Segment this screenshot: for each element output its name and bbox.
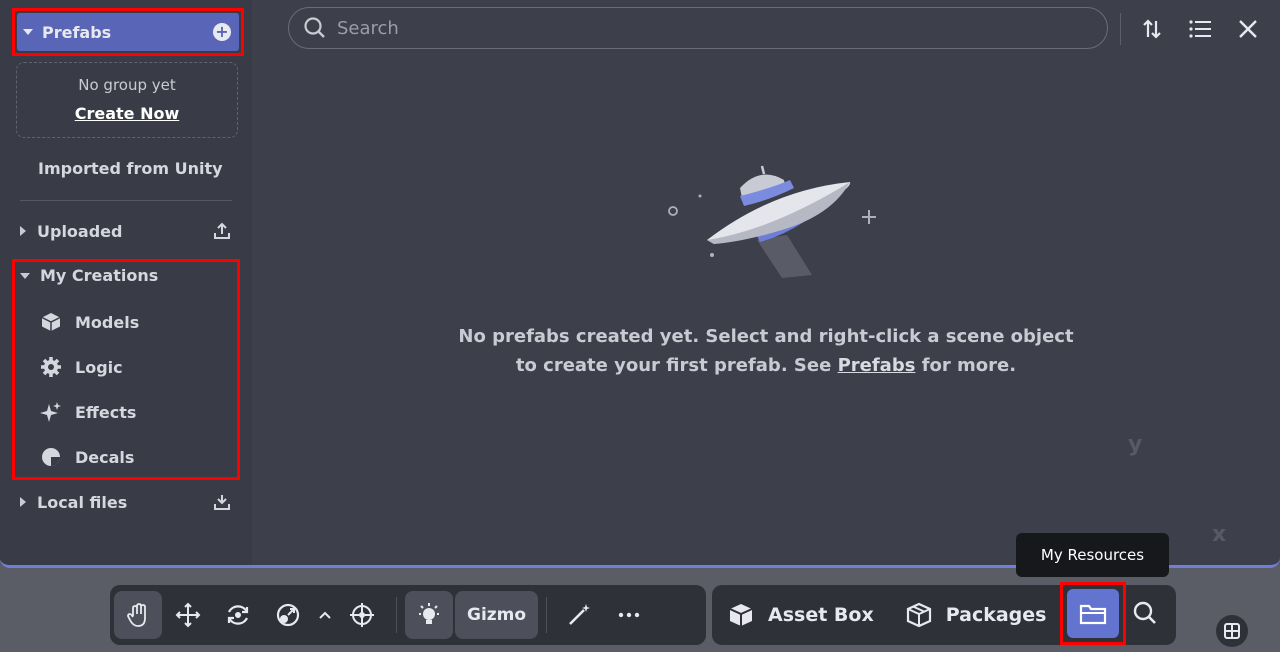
packages-icon [906,602,931,628]
decals-label: Decals [75,447,135,467]
axis-x-label: x [1212,522,1227,547]
bottom-toolbar: Gizmo [110,585,706,645]
folder-icon [1079,604,1107,624]
more-icon [618,612,640,618]
list-icon [1189,20,1211,38]
sidebar: Prefabs + No group yet Create Now Import… [0,0,252,565]
caret-down-icon [23,29,33,35]
resources-panel: Prefabs + No group yet Create Now Import… [0,0,1280,568]
magic-wand-icon [569,604,591,625]
transform-icon [350,603,374,627]
close-icon [1239,20,1257,38]
packages-button[interactable]: Packages [906,602,1047,628]
no-group-text: No group yet [78,76,176,94]
move-icon [175,602,201,628]
asset-box-button[interactable]: Asset Box [728,602,874,628]
toolbar-separator [1120,13,1121,45]
rotate-tool-button[interactable] [214,591,262,639]
lightbulb-icon [419,603,439,624]
sidebar-item-imported[interactable]: Imported from Unity [38,159,250,178]
empty-line-2-pre: to create your first prefab. See [515,355,838,376]
axis-y-label: y [1128,432,1143,457]
uploaded-label: Uploaded [37,221,123,241]
sidebar-divider [20,200,232,201]
upload-icon[interactable] [212,221,232,241]
packages-label: Packages [945,604,1047,626]
sidebar-item-logic[interactable]: Logic [40,356,123,378]
chevron-up-icon [319,611,331,619]
list-view-button[interactable] [1183,12,1217,46]
gizmo-button[interactable]: Gizmo [455,591,539,639]
toolbar-separator [546,597,548,633]
my-creations-label: My Creations [40,266,159,285]
sidebar-item-local-files[interactable]: Local files [20,492,232,512]
hand-tool-button[interactable] [114,591,162,639]
transform-options-button[interactable] [314,591,336,639]
move-tool-button[interactable] [164,591,212,639]
caret-right-icon [20,497,26,507]
sparkle-icon [40,402,61,422]
download-icon[interactable] [212,492,232,512]
grid-icon [1224,623,1240,639]
create-now-link[interactable]: Create Now [17,104,237,123]
sidebar-item-decals[interactable]: Decals [40,446,134,468]
cube-icon [41,313,61,331]
empty-line-2-post: for more. [915,355,1017,376]
rotate-icon [227,605,249,625]
sort-button[interactable] [1135,12,1169,46]
magic-wand-button[interactable] [555,591,603,639]
effects-label: Effects [75,402,137,422]
caret-down-icon [20,272,30,279]
sidebar-item-effects[interactable]: Effects [40,401,136,423]
search-icon [304,17,325,38]
my-resources-tooltip: My Resources [1016,533,1169,577]
sidebar-item-models[interactable]: Models [40,311,139,333]
transform-tool-button[interactable] [338,591,386,639]
more-button[interactable] [605,591,653,639]
empty-state-message: No prefabs created yet. Select and right… [252,322,1280,380]
my-resources-button[interactable] [1060,582,1126,645]
asset-box-label: Asset Box [768,604,874,626]
asset-box-icon [729,604,753,626]
lighting-button[interactable] [405,591,453,639]
search-input[interactable] [337,17,1037,39]
decal-icon [42,448,60,466]
scale-icon [276,603,300,627]
prefabs-label: Prefabs [42,22,112,42]
plus-circle-icon[interactable]: + [213,23,231,41]
hand-icon [127,603,146,627]
prefabs-header[interactable]: Prefabs + [12,8,244,56]
resource-search-icon[interactable] [1130,598,1160,628]
ufo-illustration [668,165,876,278]
layout-grid-button[interactable] [1216,615,1248,647]
empty-group-box: No group yet Create Now [16,62,238,138]
imported-label: Imported from Unity [38,159,223,178]
gear-icon [41,357,61,377]
main-content: No prefabs created yet. Select and right… [252,0,1280,565]
prefabs-help-link[interactable]: Prefabs [838,355,916,376]
sidebar-item-my-creations[interactable]: My Creations [20,266,232,285]
empty-line-1: No prefabs created yet. Select and right… [458,326,1074,347]
search-bar[interactable] [288,7,1108,49]
top-toolbar [1120,12,1279,46]
toolbar-separator [396,597,397,633]
empty-line-2: to create your first prefab. See Prefabs… [252,351,1280,380]
local-files-label: Local files [37,492,128,512]
close-button[interactable] [1231,12,1265,46]
sort-icon [1143,19,1161,39]
caret-right-icon [20,226,26,236]
logic-label: Logic [75,357,123,377]
sidebar-item-uploaded[interactable]: Uploaded [20,221,232,241]
scale-tool-button[interactable] [264,591,312,639]
models-label: Models [75,312,140,332]
